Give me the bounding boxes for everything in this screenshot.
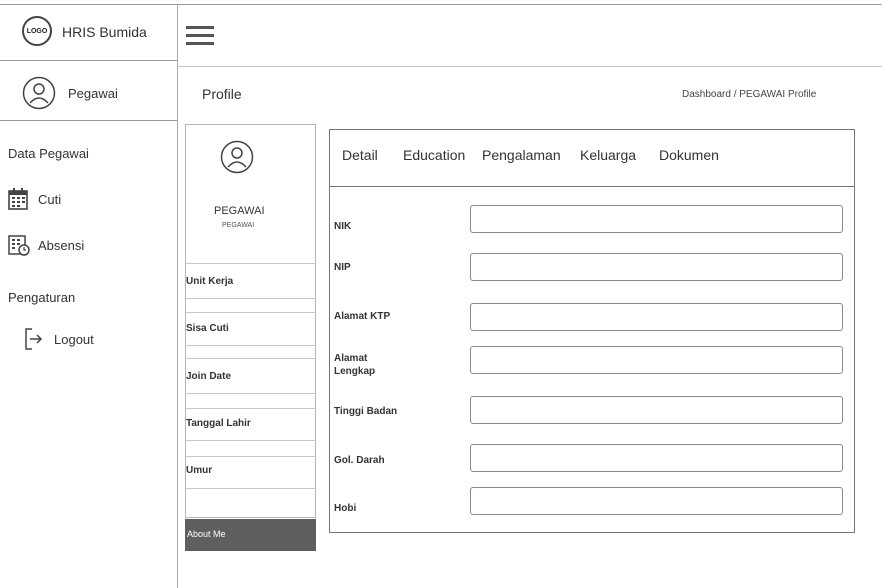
section-data-pegawai: Data Pegawai bbox=[8, 146, 89, 161]
alamat-lengkap-input[interactable] bbox=[470, 346, 843, 374]
sidebar-item-absensi[interactable]: Absensi bbox=[8, 232, 168, 258]
field-label-tinggi-badan: Tinggi Badan bbox=[334, 406, 398, 417]
tab-keluarga[interactable]: Keluarga bbox=[580, 147, 636, 163]
breadcrumb[interactable]: Dashboard / PEGAWAI Profile bbox=[682, 89, 816, 100]
profile-divider bbox=[186, 345, 315, 346]
user-divider bbox=[0, 120, 177, 121]
user-avatar-icon bbox=[22, 76, 56, 110]
header-divider bbox=[177, 66, 882, 67]
profile-divider bbox=[186, 488, 315, 489]
page-title: Profile bbox=[202, 86, 242, 102]
sidebar-item-label: Cuti bbox=[38, 192, 62, 207]
profile-card bbox=[185, 124, 316, 518]
about-me-label: About Me bbox=[187, 529, 226, 539]
hobi-input[interactable] bbox=[470, 487, 843, 515]
nik-input[interactable] bbox=[470, 205, 843, 233]
field-label-gol-darah: Gol. Darah bbox=[334, 455, 385, 466]
tab-detail[interactable]: Detail bbox=[342, 147, 378, 163]
info-label-sisa-cuti: Sisa Cuti bbox=[186, 323, 229, 334]
sidebar-item-label: Absensi bbox=[38, 238, 85, 253]
profile-avatar-icon bbox=[220, 140, 254, 174]
nip-input[interactable] bbox=[470, 253, 843, 281]
field-label-alamat-ktp: Alamat KTP bbox=[334, 311, 391, 322]
logo-divider bbox=[0, 60, 177, 61]
sidebar-item-cuti[interactable]: Cuti bbox=[8, 186, 168, 212]
profile-divider bbox=[186, 408, 315, 409]
info-label-unit-kerja: Unit Kerja bbox=[186, 276, 234, 287]
profile-divider bbox=[186, 298, 315, 299]
field-label-nip: NIP bbox=[334, 262, 351, 273]
alamat-ktp-input[interactable] bbox=[470, 303, 843, 331]
tab-dokumen[interactable]: Dokumen bbox=[659, 147, 719, 163]
info-label-join-date: Join Date bbox=[186, 371, 232, 382]
gol-darah-input[interactable] bbox=[470, 444, 843, 472]
field-label-alamat-lengkap: Alamat Lengkap bbox=[334, 353, 376, 377]
field-label-hobi: Hobi bbox=[334, 503, 357, 514]
logout-button[interactable]: Logout bbox=[24, 326, 164, 352]
logout-label: Logout bbox=[54, 332, 94, 347]
logo-text: LOGO bbox=[26, 27, 48, 35]
profile-divider bbox=[186, 312, 315, 313]
profile-divider bbox=[186, 393, 315, 394]
section-pengaturan: Pengaturan bbox=[8, 290, 76, 305]
attendance-icon bbox=[8, 234, 30, 261]
profile-divider bbox=[186, 456, 315, 457]
calendar-icon bbox=[8, 188, 28, 215]
field-label-nik: NIK bbox=[334, 221, 352, 232]
profile-divider bbox=[186, 358, 315, 359]
info-label-umur: Umur bbox=[186, 465, 213, 476]
hamburger-icon[interactable] bbox=[186, 26, 216, 46]
sidebar-divider bbox=[177, 4, 178, 588]
app-title: HRIS Bumida bbox=[62, 24, 147, 40]
tab-education[interactable]: Education bbox=[403, 147, 465, 163]
detail-panel bbox=[329, 129, 855, 533]
about-me-button[interactable]: About Me bbox=[185, 519, 316, 551]
profile-name: PEGAWAI bbox=[214, 205, 265, 217]
tinggi-badan-input[interactable] bbox=[470, 396, 843, 424]
user-label: Pegawai bbox=[68, 86, 118, 101]
app-logo: LOGO bbox=[22, 16, 52, 46]
profile-role: PEGAWAI bbox=[222, 222, 255, 229]
tab-pengalaman[interactable]: Pengalaman bbox=[482, 147, 561, 163]
top-border bbox=[0, 4, 882, 5]
tabs-divider bbox=[329, 186, 855, 187]
logout-icon bbox=[24, 328, 44, 355]
profile-divider bbox=[186, 440, 315, 441]
info-label-tanggal-lahir: Tanggal Lahir bbox=[186, 418, 251, 429]
profile-divider bbox=[186, 263, 315, 264]
